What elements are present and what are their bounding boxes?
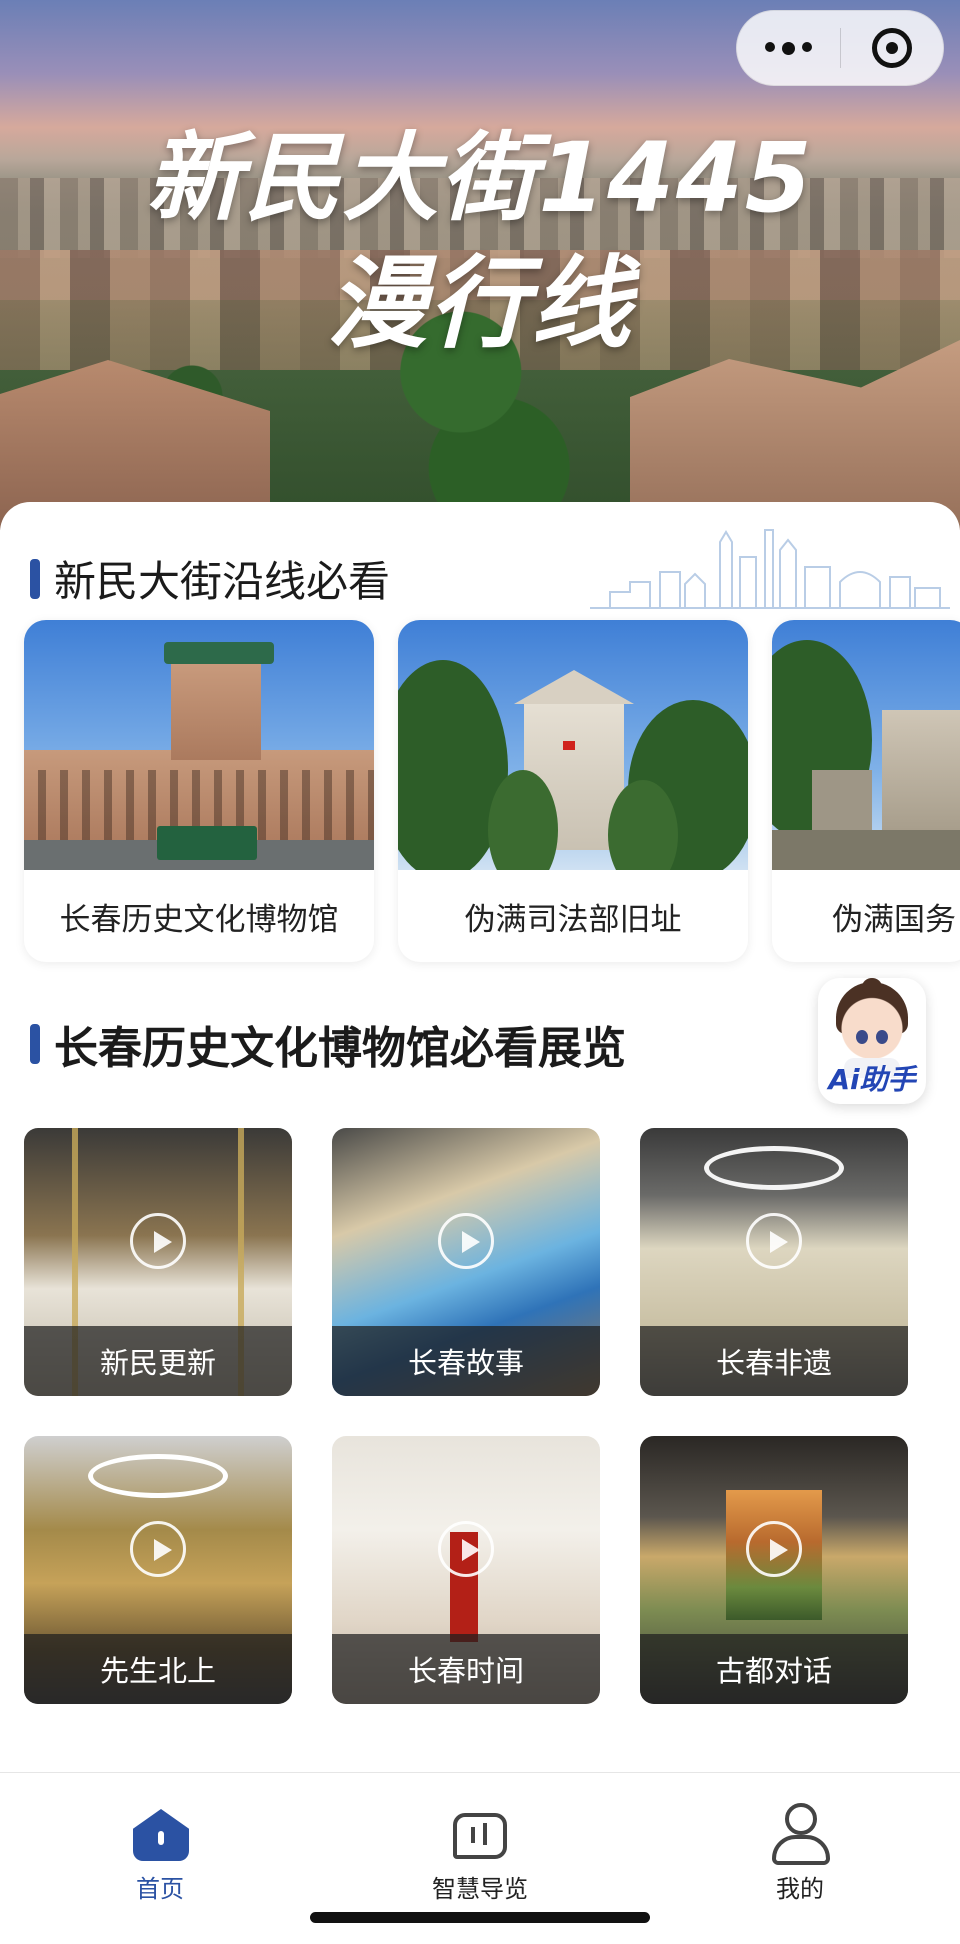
section-accent-bar [30,1024,40,1064]
play-icon [746,1520,802,1577]
exhibit-name: 先生北上 [24,1634,292,1704]
attraction-name: 长春历史文化博物馆 [59,901,339,938]
tab-label: 我的 [776,1875,824,1903]
exhibit-name: 古都对话 [640,1634,908,1704]
exhibit-card[interactable]: 新民更新 [24,1128,292,1396]
target-icon [871,28,912,68]
exhibit-card[interactable]: 长春非遗 [640,1128,908,1396]
ai-avatar-icon [840,990,904,1060]
tab-label: 首页 [136,1875,184,1903]
play-icon [438,1212,494,1269]
section-title: 长春历史文化博物馆必看展览 [54,1023,626,1074]
tab-label: 智慧导览 [432,1875,528,1903]
palace-photo [398,620,748,870]
ai-assistant-button[interactable]: Ai助手 [818,978,926,1104]
exhibit-name: 新民更新 [24,1326,292,1396]
home-icon [133,1809,189,1861]
more-button[interactable] [737,11,840,85]
section-header-must-see: 新民大街沿线必看 [30,548,390,609]
more-dots-icon [764,41,812,55]
exhibit-card[interactable]: 古都对话 [640,1436,908,1704]
museum-photo [24,620,374,870]
tab-home[interactable]: 首页 [60,1773,260,1913]
attraction-card-state-council[interactable]: 伪满国务 [772,620,960,962]
section-title: 新民大街沿线必看 [54,557,391,606]
exhibit-card[interactable]: 长春时间 [332,1436,600,1704]
hero-title-line2: 漫行线 [327,245,633,362]
attraction-card-justice-ministry[interactable]: 伪满司法部旧址 [398,620,748,962]
section-accent-bar [30,558,40,599]
hero-title-line1: 新民大街1445 [146,122,814,234]
hero-banner: 新民大街1445 漫行线 [0,0,960,530]
exhibit-name: 长春故事 [332,1326,600,1396]
home-indicator[interactable] [310,1912,650,1923]
content-panel: 新民大街沿线必看 长春历史文化博物馆 伪满司法部旧址 伪满国务 长春历史文化博物… [0,502,960,1772]
tab-smart-guide[interactable]: 智慧导览 [380,1773,580,1913]
play-icon [130,1520,186,1577]
play-icon [746,1212,802,1269]
exhibit-card[interactable]: 先生北上 [24,1436,292,1704]
gate-photo [772,620,960,870]
skyline-illustration [590,529,950,609]
profile-icon [785,1803,817,1835]
play-icon [438,1520,494,1577]
close-button[interactable] [841,11,944,85]
guide-icon [453,1813,507,1859]
attraction-name: 伪满国务 [832,901,956,938]
exhibit-card[interactable]: 长春故事 [332,1128,600,1396]
ai-assistant-label: Ai助手 [828,1063,916,1096]
miniprogram-capsule [736,10,944,86]
play-icon [130,1212,186,1269]
attraction-card-museum[interactable]: 长春历史文化博物馆 [24,620,374,962]
section-header-exhibitions: 长春历史文化博物馆必看展览 [30,1012,626,1076]
exhibit-name: 长春非遗 [640,1326,908,1396]
attraction-name: 伪满司法部旧址 [464,901,682,938]
tab-profile[interactable]: 我的 [700,1773,900,1913]
exhibit-name: 长春时间 [332,1634,600,1704]
